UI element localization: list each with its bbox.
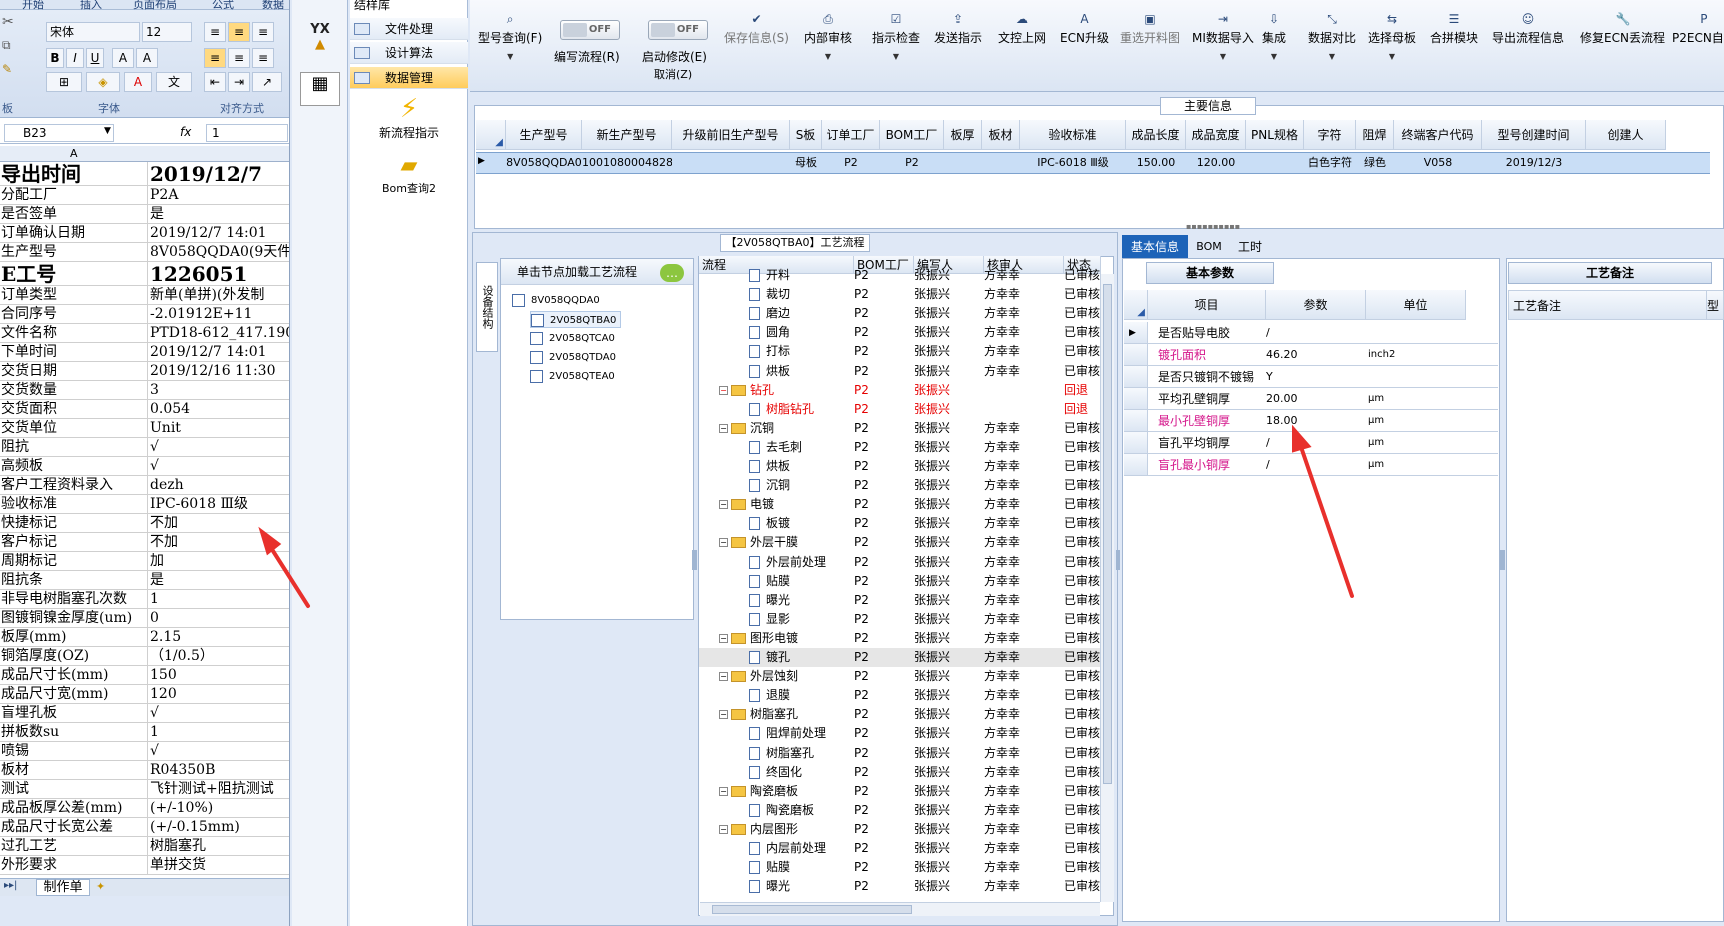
annotation-arrows xyxy=(258,424,1354,608)
red-arrow-right xyxy=(1298,442,1354,598)
red-arrowhead-right xyxy=(1292,424,1312,453)
red-arrowhead-left xyxy=(258,526,282,556)
